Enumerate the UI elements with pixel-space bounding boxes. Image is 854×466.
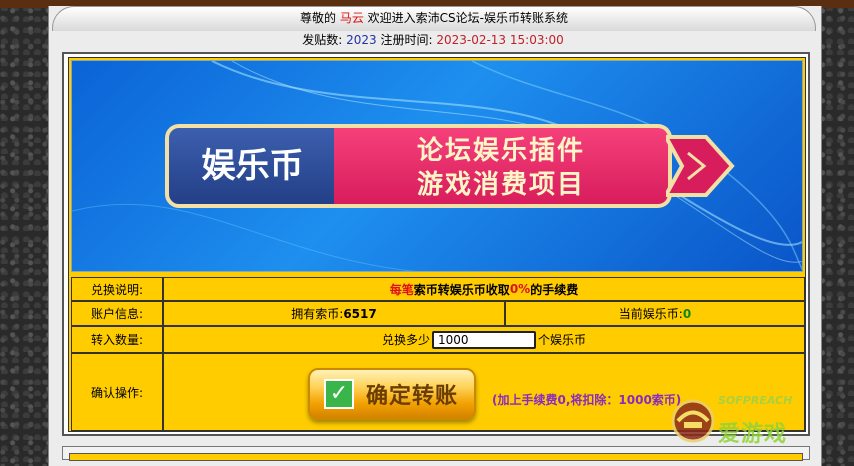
posts-label: 发贴数: <box>302 33 343 47</box>
exchange-rate: 0% <box>509 282 531 296</box>
user-stats: 发贴数: 2023 注册时间: 2023-02-13 15:03:00 <box>52 30 814 50</box>
exchange-info: 每笔 索币转娱乐币收取 0% 的手续费 <box>163 277 805 301</box>
welcome-text: 欢迎进入索沛CS论坛-娱乐币转账系统 <box>367 11 568 25</box>
confirm-label: 确认操作: <box>71 353 163 431</box>
confirm-transfer-label: 确定转账 <box>366 384 459 409</box>
transfer-row: 转入数量: 兑换多少 个娱乐币 <box>71 326 805 353</box>
transfer-amount-input[interactable] <box>432 330 536 349</box>
welcome-header: 尊敬的 马云 欢迎进入索沛CS论坛-娱乐币转账系统 <box>52 6 816 31</box>
exchange-end: 的手续费 <box>530 282 579 297</box>
posts-count: 2023 <box>346 33 377 47</box>
banner-badge-left: 娱乐币 <box>165 124 340 208</box>
username-link[interactable]: 马云 <box>340 11 364 25</box>
exchange-label: 兑换说明: <box>71 277 163 301</box>
owned-coins-value: 6517 <box>343 306 377 321</box>
watermark-line2: 爱游戏 <box>718 422 788 447</box>
next-panel-header <box>69 453 803 461</box>
exchange-row: 兑换说明: 每笔 索币转娱乐币收取 0% 的手续费 <box>71 277 805 301</box>
exchange-red1: 每笔 <box>389 282 414 297</box>
ribbon-tip-icon <box>666 135 735 197</box>
watermark-logo-icon <box>671 399 715 443</box>
register-label: 注册时间: <box>380 33 433 47</box>
transfer-prefix: 兑换多少 <box>381 333 430 347</box>
banner-line1: 论坛娱乐插件 <box>416 136 585 166</box>
checkmark-icon: ✓ <box>324 379 354 409</box>
owned-coins: 拥有索币: 6517 <box>163 301 505 326</box>
current-coins-label: 当前娱乐币: <box>618 307 683 321</box>
banner-badge-right: 论坛娱乐插件 游戏消费项目 <box>334 124 672 208</box>
exchange-mid: 索币转娱乐币收取 <box>413 282 510 297</box>
current-coins: 当前娱乐币: 0 <box>505 301 805 326</box>
owned-coins-label: 拥有索币: <box>291 307 344 321</box>
register-time: 2023-02-13 15:03:00 <box>436 33 564 47</box>
site-watermark: SOFPREACH 爱游戏 <box>668 390 854 452</box>
transfer-label: 转入数量: <box>71 326 163 353</box>
fee-note: (加上手续费0,将扣除：1000索币) <box>492 393 682 407</box>
confirm-transfer-button[interactable]: ✓ 确定转账 <box>308 368 476 420</box>
greeting-text: 尊敬的 <box>299 11 336 25</box>
transfer-amount: 兑换多少 个娱乐币 <box>163 326 805 353</box>
account-row: 账户信息: 拥有索币: 6517 当前娱乐币: 0 <box>71 301 805 326</box>
account-label: 账户信息: <box>71 301 163 326</box>
current-coins-value: 0 <box>682 306 692 321</box>
transfer-suffix: 个娱乐币 <box>538 333 587 347</box>
banner-line2: 游戏消费项目 <box>416 170 585 200</box>
banner-image: 娱乐币 论坛娱乐插件 游戏消费项目 <box>71 60 803 272</box>
watermark-line1: SOFPREACH <box>718 394 793 407</box>
